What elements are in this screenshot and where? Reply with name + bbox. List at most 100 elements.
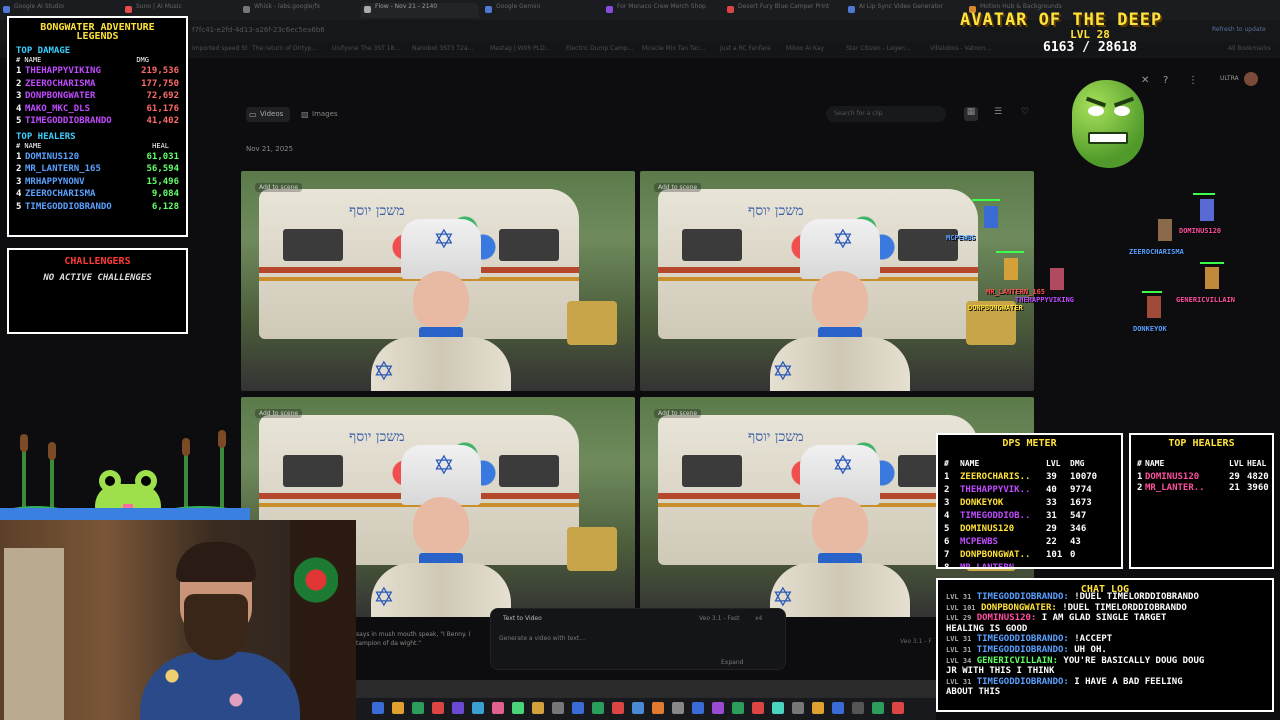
- healer-row: 4 ZEEROCHARISMA 9,084: [16, 188, 179, 201]
- heal-value: 9,084: [151, 189, 179, 199]
- taskbar-app-icon[interactable]: [472, 702, 484, 714]
- chat-text: !DUEL TIMELORDDIOBRANDO: [1074, 592, 1199, 602]
- date-heading: Nov 21, 2025: [246, 145, 294, 153]
- healer-rank: 2: [1137, 483, 1143, 493]
- model-label: Veo 3.1 - F: [900, 638, 932, 645]
- avatar[interactable]: [1244, 72, 1258, 86]
- taskbar-app-icon[interactable]: [532, 702, 544, 714]
- mode-select[interactable]: Text to Video: [503, 615, 542, 622]
- bookmark-item[interactable]: All Bookmarks: [1228, 45, 1271, 52]
- taskbar-app-icon[interactable]: [732, 702, 744, 714]
- healer-level: 29: [1229, 472, 1240, 482]
- player-name: MAKO_MKC_DLS: [25, 103, 91, 114]
- cooler-graphic: [567, 527, 617, 571]
- taskbar-app-icon[interactable]: [492, 702, 504, 714]
- browser-tab[interactable]: Google Gemini: [482, 3, 600, 18]
- browser-tab[interactable]: Whisk - labs.google/fx: [240, 3, 358, 18]
- taskbar-app-icon[interactable]: [612, 702, 624, 714]
- grid-view-icon[interactable]: ▦: [964, 107, 978, 121]
- browser-tab[interactable]: Desert Fury Blue Camper Print: [724, 3, 842, 18]
- add-to-scene-button[interactable]: Add to scene: [654, 409, 702, 418]
- add-to-scene-button[interactable]: Add to scene: [255, 409, 303, 418]
- url-text[interactable]: f7fc41-e2fd-4d13-a26f-23c6ec5ea6b6: [192, 26, 325, 34]
- taskbar-app-icon[interactable]: [592, 702, 604, 714]
- taskbar-app-icon[interactable]: [412, 702, 424, 714]
- favorites-icon[interactable]: ♡: [1018, 107, 1032, 121]
- taskbar-app-icon[interactable]: [832, 702, 844, 714]
- taskbar-app-icon[interactable]: [852, 702, 864, 714]
- bookmark-item[interactable]: Imported speed 5t: [192, 45, 248, 52]
- add-to-scene-button[interactable]: Add to scene: [654, 183, 702, 192]
- help-icon[interactable]: ?: [1163, 75, 1168, 86]
- taskbar-app-icon[interactable]: [672, 702, 684, 714]
- add-to-scene-button[interactable]: Add to scene: [255, 183, 303, 192]
- dps-rank: 1: [944, 472, 950, 482]
- taskbar-app-icon[interactable]: [372, 702, 384, 714]
- dps-level: 101: [1046, 550, 1063, 560]
- browser-tab-active[interactable]: Flow - Nov 21 - 2140: [361, 3, 479, 18]
- character-hp-bar: [996, 251, 1024, 253]
- taskbar-app-icon[interactable]: [432, 702, 444, 714]
- taskbar-app-icon[interactable]: [632, 702, 644, 714]
- taskbar-app-icon[interactable]: [392, 702, 404, 714]
- chat-message: LVL 31 TIMEGODDIOBRANDO: !DUEL TIMELORDD…: [938, 592, 1272, 603]
- filter-images[interactable]: ▨ Images: [298, 107, 342, 122]
- taskbar-app-icon[interactable]: [772, 702, 784, 714]
- dps-player-name: MR_LANTERN..: [960, 563, 1026, 569]
- chat-message: LVL 31 TIMEGODDIOBRANDO: !ACCEPT: [938, 634, 1272, 645]
- taskbar-app-icon[interactable]: [452, 702, 464, 714]
- bookmark-item[interactable]: Mastag | With PLD...: [490, 45, 551, 52]
- character-hp-bar: [972, 199, 1000, 201]
- bookmark-item[interactable]: Mikoo Ai Kay: [786, 45, 824, 52]
- damage-row: 5 TIMEGODDIOBRANDO 41,402: [16, 115, 179, 128]
- taskbar-app-icon[interactable]: [512, 702, 524, 714]
- person-graphic: ✡ ✡: [770, 437, 910, 617]
- character-sprite: [1158, 219, 1172, 241]
- model-select[interactable]: Veo 3.1 - Fast: [699, 615, 740, 622]
- chat-text: YOU'RE BASICALLY DOUG DOUG: [1063, 655, 1205, 666]
- output-count[interactable]: x4: [755, 615, 762, 622]
- expand-button[interactable]: Expand: [721, 659, 743, 666]
- bookmark-item[interactable]: Electric Dump Camp...: [566, 45, 633, 52]
- bookmark-item[interactable]: Star Citizen - Legen...: [846, 45, 911, 52]
- taskbar-app-icon[interactable]: [712, 702, 724, 714]
- taskbar-app-icon[interactable]: [792, 702, 804, 714]
- taskbar-app-icon[interactable]: [652, 702, 664, 714]
- chat-level: LVL 31: [946, 593, 972, 601]
- rank: 5: [16, 116, 22, 126]
- bookmark-item[interactable]: Unifyone The 3ST 18...: [332, 45, 400, 52]
- chat-message: ABOUT THIS: [938, 687, 1272, 698]
- filter-images-label: Images: [312, 110, 338, 118]
- filter-videos[interactable]: ▭ Videos: [246, 107, 290, 122]
- dps-col-name: NAME: [960, 459, 980, 468]
- taskbar-app-icon[interactable]: [552, 702, 564, 714]
- person-graphic: ✡ ✡: [770, 211, 910, 391]
- taskbar-app-icon[interactable]: [752, 702, 764, 714]
- player-name: ZEEROCHARISMA: [25, 78, 96, 89]
- browser-tab[interactable]: For Monaco Crew Merch Shop: [603, 3, 721, 18]
- video-thumbnail[interactable]: משכן יוסף ✡ ✡ Add to scene: [640, 171, 1034, 391]
- taskbar-app-icon[interactable]: [892, 702, 904, 714]
- heal-col-lvl: LVL: [1229, 459, 1244, 468]
- video-thumbnail[interactable]: משכן יוסף ✡ ✡ Add to scene: [241, 171, 635, 391]
- bookmark-item[interactable]: Just a RC Fanfare: [720, 45, 771, 52]
- more-icon[interactable]: ⋮: [1188, 75, 1198, 86]
- list-view-icon[interactable]: ☰: [991, 107, 1005, 121]
- bookmark-item[interactable]: The return of Dirtyp...: [252, 45, 317, 52]
- clip-search-input[interactable]: Search for a clip: [826, 106, 946, 122]
- taskbar-app-icon[interactable]: [872, 702, 884, 714]
- taskbar-app-icon[interactable]: [812, 702, 824, 714]
- update-chip[interactable]: Refresh to update: [1212, 26, 1266, 33]
- player-name: DOMINUS120: [25, 151, 80, 162]
- character-label: THEHAPPYVIKING: [1015, 296, 1075, 304]
- dps-damage: 346: [1070, 524, 1087, 534]
- bookmark-item[interactable]: Nanobot 3ST3 T2a...: [412, 45, 473, 52]
- prompt-input[interactable]: Generate a video with text...: [499, 635, 585, 642]
- taskbar-app-icon[interactable]: [692, 702, 704, 714]
- rank: 2: [16, 78, 22, 89]
- dps-rank: 2: [944, 485, 950, 495]
- taskbar-app-icon[interactable]: [572, 702, 584, 714]
- browser-tab[interactable]: AI Lip Sync Video Generator: [845, 3, 963, 18]
- bookmark-item[interactable]: Miracle Mix Tan Tac...: [642, 45, 705, 52]
- damage-value: 219,536: [141, 66, 179, 76]
